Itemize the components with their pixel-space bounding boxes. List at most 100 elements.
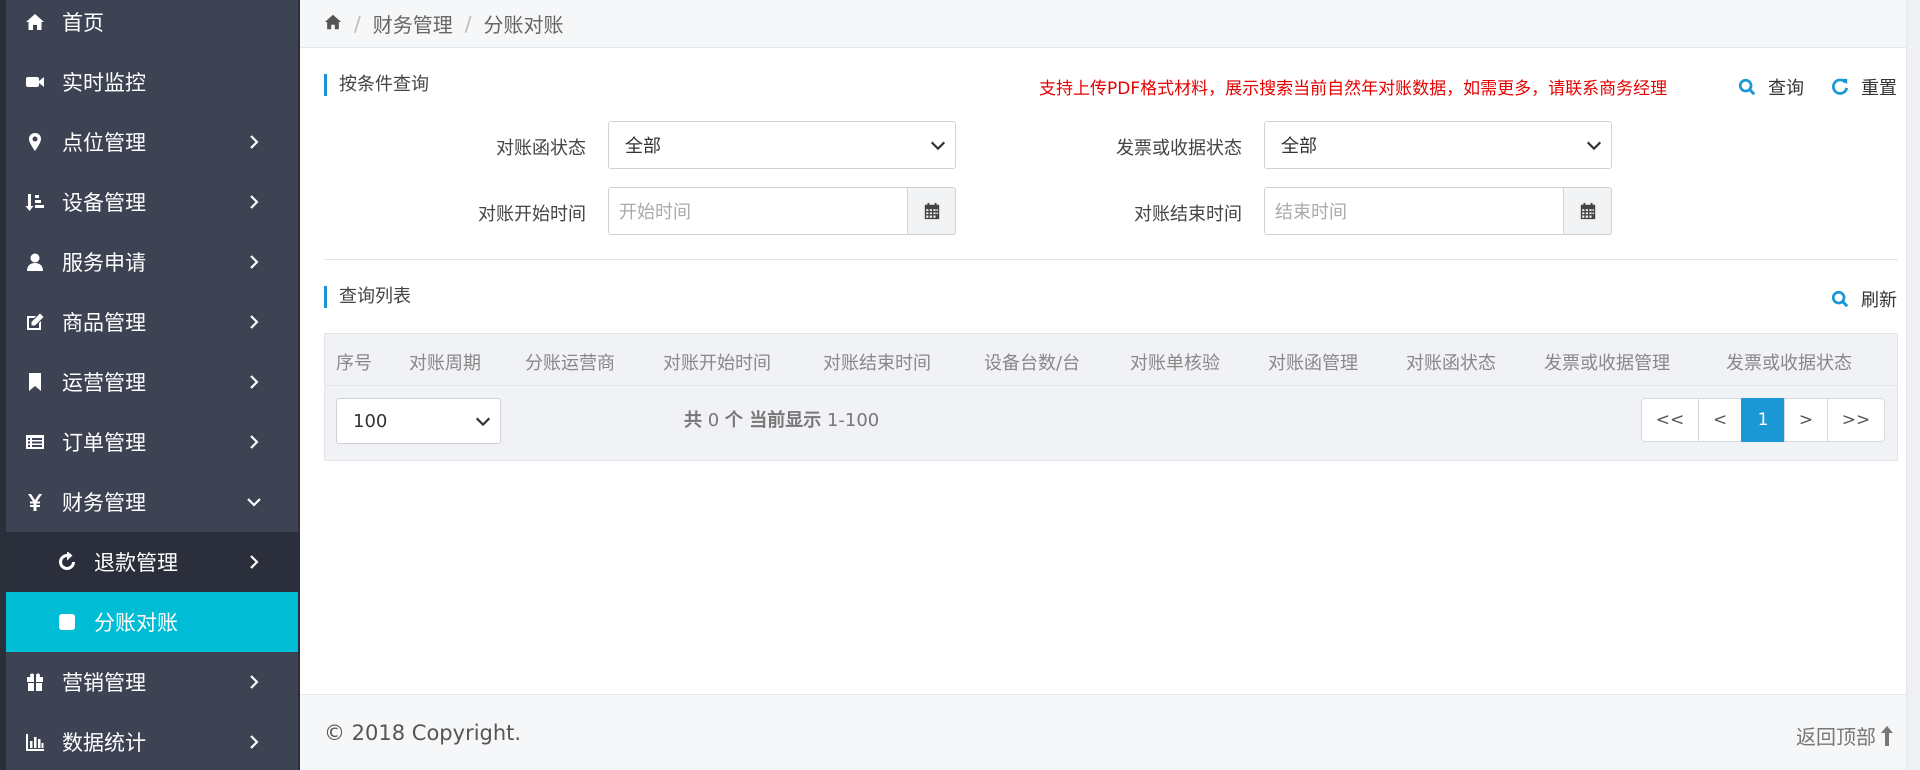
page-size-select[interactable]: 100 [336, 398, 501, 444]
sidebar-item-label: 首页 [62, 11, 104, 35]
calendar-icon [924, 202, 939, 220]
sidebar-item-order[interactable]: 订单管理 [6, 412, 298, 472]
column-header[interactable]: 设备台数/台 [984, 349, 1080, 375]
column-header[interactable]: 对账周期 [409, 349, 481, 375]
reset-button-label: 重置 [1861, 78, 1897, 99]
page-size-value: 100 [353, 410, 388, 432]
table-header: 序号 对账周期 分账运营商 对账开始时间 对账结束时间 设备台数/台 对账单核验… [324, 333, 1898, 385]
chevron-right-icon [244, 132, 264, 152]
section-divider [324, 259, 1898, 260]
column-header[interactable]: 序号 [336, 349, 372, 375]
scrollbar-track[interactable] [1906, 0, 1920, 770]
refresh-button[interactable]: 刷新 [1831, 286, 1897, 312]
sidebar-item-reconciliation[interactable]: 分账对账 [6, 592, 298, 652]
chevron-right-icon [244, 552, 264, 572]
calendar-icon [1580, 202, 1595, 220]
home-icon [24, 12, 46, 32]
sidebar-item-operation[interactable]: 运营管理 [6, 352, 298, 412]
sidebar-item-label: 分账对账 [94, 611, 178, 635]
sidebar-item-finance[interactable]: 财务管理 [6, 472, 298, 532]
column-header[interactable]: 发票或收据管理 [1544, 349, 1670, 375]
start-calendar-button[interactable] [908, 187, 956, 235]
sidebar-item-statistics[interactable]: 数据统计 [6, 712, 298, 770]
map-pin-icon [24, 132, 46, 152]
last-page-button[interactable]: >> [1827, 398, 1885, 442]
sidebar-item-label: 营销管理 [62, 671, 146, 695]
column-header[interactable]: 分账运营商 [525, 349, 615, 375]
sidebar-item-label: 运营管理 [62, 371, 146, 395]
column-header[interactable]: 对账结束时间 [823, 349, 931, 375]
chevron-right-icon [244, 312, 264, 332]
home-icon[interactable] [324, 12, 342, 36]
search-button[interactable]: 查询 [1738, 74, 1804, 100]
sidebar-item-label: 实时监控 [62, 71, 146, 95]
sidebar: 首页 实时监控 点位管理 设备管理 服务申请 商品管理 运营管理 订单管理 财务… [0, 0, 298, 770]
back-to-top-link[interactable]: 返回顶部 [1796, 721, 1894, 750]
bookmark-icon [24, 372, 46, 392]
arrow-up-icon [1881, 725, 1893, 746]
first-page-button[interactable]: << [1641, 398, 1699, 442]
invoice-status-select[interactable]: 全部 [1264, 121, 1612, 169]
prev-page-button[interactable]: < [1698, 398, 1742, 442]
edit-icon [24, 312, 46, 332]
search-icon [1831, 290, 1849, 308]
column-header[interactable]: 对账开始时间 [663, 349, 771, 375]
breadcrumb-item-finance[interactable]: 财务管理 [373, 9, 453, 38]
sidebar-item-location[interactable]: 点位管理 [6, 112, 298, 172]
page-info-total-prefix: 共 [684, 410, 702, 431]
gift-icon [24, 672, 46, 692]
refresh-button-label: 刷新 [1861, 290, 1897, 311]
notice-text: 支持上传PDF格式材料，展示搜索当前自然年对账数据，如需更多，请联系商务经理 [1039, 79, 1668, 99]
sidebar-item-refund[interactable]: 退款管理 [6, 532, 298, 592]
sidebar-item-label: 服务申请 [62, 251, 146, 275]
sort-icon [24, 192, 46, 212]
reset-button[interactable]: 重置 [1831, 74, 1897, 100]
page-info-range: 1-100 [826, 410, 880, 431]
refresh-icon [56, 552, 78, 572]
sidebar-item-service[interactable]: 服务申请 [6, 232, 298, 292]
column-header[interactable]: 对账单核验 [1130, 349, 1220, 375]
chevron-down-icon [244, 492, 264, 512]
end-time-placeholder: 结束时间 [1275, 202, 1347, 223]
chevron-right-icon [244, 432, 264, 452]
main-content: / 财务管理 / 分账对账 按条件查询 支持上传PDF格式材料，展示搜索当前自然… [300, 0, 1920, 770]
next-page-button[interactable]: > [1784, 398, 1828, 442]
start-time-input[interactable]: 开始时间 [608, 187, 908, 235]
chevron-right-icon [244, 672, 264, 692]
end-calendar-button[interactable] [1564, 187, 1612, 235]
square-icon [56, 612, 78, 632]
sidebar-item-goods[interactable]: 商品管理 [6, 292, 298, 352]
list-card-icon [24, 432, 46, 452]
column-header[interactable]: 发票或收据状态 [1726, 349, 1852, 375]
status-select[interactable]: 全部 [608, 121, 956, 169]
chevron-right-icon [244, 732, 264, 752]
search-icon [1738, 78, 1756, 96]
status-label: 对账函状态 [496, 138, 586, 159]
query-section-title: 按条件查询 [324, 74, 429, 96]
video-camera-icon [24, 72, 46, 92]
sidebar-item-label: 订单管理 [62, 431, 146, 455]
sidebar-item-monitor[interactable]: 实时监控 [6, 52, 298, 112]
search-button-label: 查询 [1768, 78, 1804, 99]
invoice-status-select-value: 全部 [1281, 136, 1317, 157]
user-icon [24, 252, 46, 272]
sidebar-item-device[interactable]: 设备管理 [6, 172, 298, 232]
column-header[interactable]: 对账函管理 [1268, 349, 1358, 375]
pagination: << < 1 > >> [1641, 398, 1885, 442]
sidebar-item-home[interactable]: 首页 [6, 0, 298, 52]
breadcrumb-separator: / [464, 11, 472, 36]
sidebar-item-label: 设备管理 [62, 191, 146, 215]
page-info: 共 0 个 当前显示 1-100 [684, 406, 879, 432]
page-button-1[interactable]: 1 [1741, 398, 1785, 442]
page-info-total-suffix: 个 当前显示 [724, 410, 822, 431]
copyright-text: © 2018 Copyright. [324, 721, 522, 745]
page-info-total: 0 [707, 410, 720, 431]
sidebar-item-marketing[interactable]: 营销管理 [6, 652, 298, 712]
chevron-down-icon [474, 412, 492, 435]
start-time-label: 对账开始时间 [478, 204, 586, 225]
breadcrumb-separator: / [354, 11, 361, 36]
column-header[interactable]: 对账函状态 [1406, 349, 1496, 375]
chevron-right-icon [244, 192, 264, 212]
status-select-value: 全部 [625, 136, 661, 157]
end-time-input[interactable]: 结束时间 [1264, 187, 1564, 235]
